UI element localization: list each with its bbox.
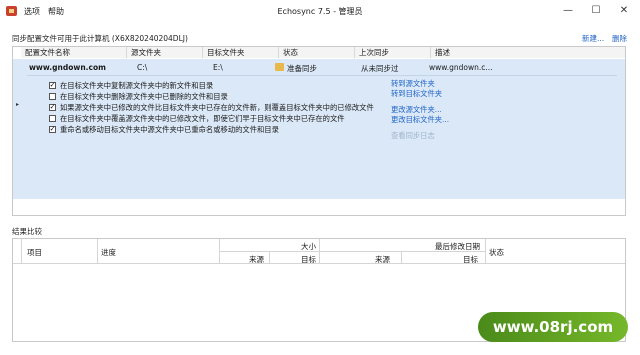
row-divider: [27, 75, 617, 76]
column-header-description[interactable]: 描述: [431, 47, 625, 58]
column-header-item[interactable]: 项目: [27, 247, 42, 258]
option-delete-checkbox[interactable]: [49, 93, 56, 100]
maximize-button[interactable]: ☐: [582, 2, 610, 20]
column-divider: [319, 239, 320, 263]
profiles-table[interactable]: 配置文件名称 源文件夹 目标文件夹 状态 上次同步 描述 ▸ www.gndow…: [12, 46, 626, 216]
profile-description: www.gndown.c...: [429, 63, 493, 72]
column-header-modified[interactable]: 最后修改日期: [435, 241, 480, 252]
option-copy-new-checkbox[interactable]: [49, 80, 56, 89]
column-divider: [401, 251, 402, 263]
column-header-target[interactable]: 目标文件夹: [203, 47, 279, 58]
column-header-progress[interactable]: 进度: [101, 247, 116, 258]
column-header-last-sync[interactable]: 上次同步: [355, 47, 431, 58]
column-header-modified-source[interactable]: 来源: [375, 254, 390, 265]
option-overwrite-older-label: 在目标文件夹中覆盖源文件夹中的已修改文件，即使它们早于目标文件夹中已存在的文件: [60, 114, 345, 123]
profile-name: www.gndown.com: [29, 63, 106, 72]
goto-source-link[interactable]: 转到源文件夹: [391, 79, 435, 89]
option-overwrite-newer-checkbox[interactable]: [49, 102, 56, 111]
new-profile-link[interactable]: 新建...: [582, 33, 604, 44]
window-title: Echosync 7.5 - 管理员: [277, 7, 363, 16]
column-header-status[interactable]: 状态: [279, 47, 355, 58]
column-divider: [269, 251, 270, 263]
results-heading: 结果比较: [12, 227, 42, 236]
close-button[interactable]: ✕: [610, 2, 638, 20]
option-delete-label: 在目标文件夹中删除源文件夹中已删除的文件和目录: [60, 92, 228, 101]
profile-target: E:\: [213, 63, 223, 72]
row-expand-arrow-icon[interactable]: ▸: [16, 101, 19, 108]
profiles-heading: 同步配置文件可用于此计算机 (X6X820240204DLJ): [12, 34, 188, 43]
option-copy-new-label: 在目标文件夹中复制源文件夹中的新文件和目录: [60, 81, 214, 90]
option-rename-move-label: 重命名或移动目标文件夹中源文件夹中已重命名或移动的文件和目录: [60, 125, 279, 134]
column-header-modified-target[interactable]: 目标: [463, 254, 478, 265]
goto-target-link[interactable]: 转到目标文件夹: [391, 89, 442, 99]
column-divider: [21, 239, 22, 263]
option-overwrite-older-checkbox[interactable]: [49, 115, 56, 122]
header-bottom-divider: [13, 263, 625, 264]
profile-source: C:\: [137, 63, 148, 72]
column-header-size-target[interactable]: 目标: [301, 254, 316, 265]
column-divider: [219, 239, 220, 263]
change-source-link[interactable]: 更改源文件夹...: [391, 105, 442, 115]
delete-profile-link[interactable]: 删除: [612, 33, 627, 44]
column-divider: [97, 239, 98, 263]
option-overwrite-newer-label: 如果源文件夹中已修改的文件比目标文件夹中已存在的文件新，则覆盖目标文件夹中的已修…: [60, 103, 374, 112]
minimize-button[interactable]: —: [554, 2, 582, 20]
column-header-size[interactable]: 大小: [301, 241, 316, 252]
profile-status: 准备同步: [287, 64, 317, 73]
view-log-link[interactable]: 查看同步日志: [391, 131, 435, 141]
profile-row[interactable]: ▸ www.gndown.com C:\ E:\ 准备同步 从未同步过 www.…: [13, 59, 625, 199]
option-rename-move-checkbox[interactable]: [49, 124, 56, 133]
column-header-status[interactable]: 状态: [489, 247, 504, 258]
change-target-link[interactable]: 更改目标文件夹...: [391, 115, 449, 125]
column-header-name[interactable]: 配置文件名称: [21, 47, 127, 58]
column-header-source[interactable]: 源文件夹: [127, 47, 203, 58]
column-divider: [485, 239, 486, 263]
column-header-size-source[interactable]: 来源: [249, 254, 264, 265]
folder-icon: [275, 63, 284, 71]
profile-last-sync: 从未同步过: [361, 64, 399, 73]
title-bar: 选项 帮助 Echosync 7.5 - 管理员 — ☐ ✕: [0, 0, 640, 24]
watermark-logo: www.08rj.com: [478, 312, 628, 342]
